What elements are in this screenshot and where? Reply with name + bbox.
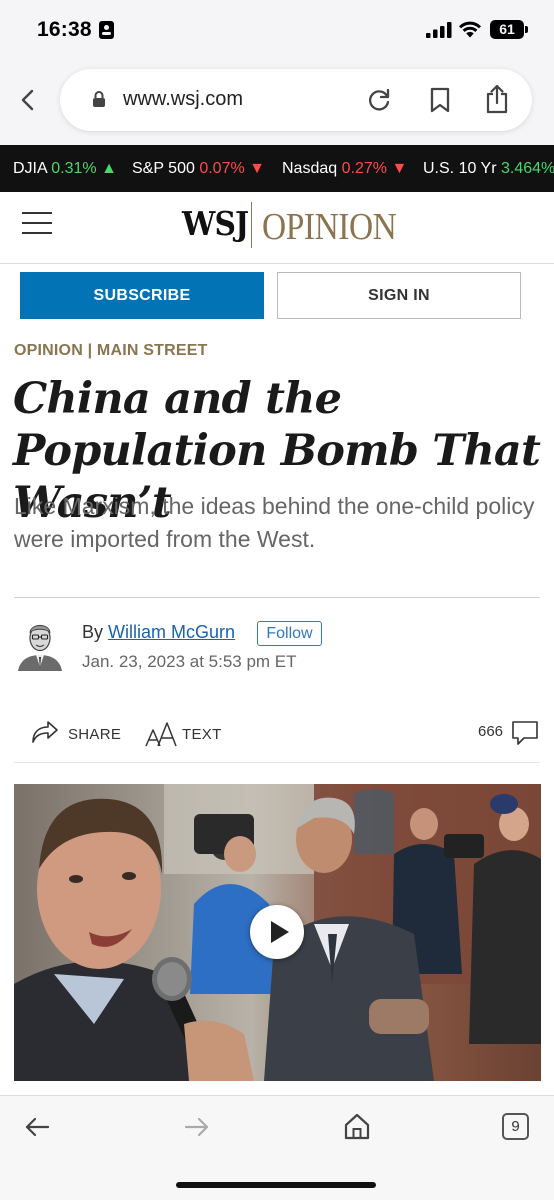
author-avatar[interactable] <box>16 617 64 671</box>
follow-button[interactable]: Follow <box>257 621 322 646</box>
wifi-icon <box>459 21 481 38</box>
comment-count[interactable]: 666 <box>478 723 503 740</box>
byline: By William McGurn <box>82 622 235 643</box>
divider <box>14 597 540 598</box>
logo-divider <box>251 202 252 248</box>
article-timestamp: Jan. 23, 2023 at 5:53 pm ET <box>82 652 297 671</box>
wsj-logo[interactable]: WSJ <box>182 204 249 243</box>
text-size-icon[interactable] <box>145 721 179 747</box>
section-kicker[interactable]: OPINION | MAIN STREET <box>14 342 208 360</box>
down-arrow-icon: ▼ <box>249 160 265 177</box>
browser-bottom-bar: 9 <box>0 1095 554 1200</box>
ticker-change: 0.31% <box>51 160 97 177</box>
reload-icon[interactable] <box>366 87 392 113</box>
back-chevron-icon[interactable] <box>18 88 38 112</box>
address-bar[interactable]: www.wsj.com <box>60 69 532 131</box>
status-time: 16:38 <box>37 18 92 41</box>
lock-icon <box>93 91 105 107</box>
ticker-change: 0.07% <box>199 160 245 177</box>
market-ticker[interactable]: DJIA 0.31% ▲ S&P 500 0.07% ▼ Nasdaq 0.27… <box>0 145 554 192</box>
subscribe-button[interactable]: SUBSCRIBE <box>20 272 264 319</box>
share-button[interactable]: SHARE <box>68 726 121 743</box>
text-size-button[interactable]: TEXT <box>182 726 222 743</box>
browser-toolbar: www.wsj.com <box>0 60 554 145</box>
ticker-name: U.S. 10 Yr <box>423 160 497 177</box>
ticker-name: S&P 500 <box>132 160 195 177</box>
signal-icon <box>426 22 452 38</box>
status-bar: 16:38 61 <box>0 0 554 60</box>
ticker-name: DJIA <box>13 160 47 177</box>
divider <box>14 762 540 763</box>
home-icon[interactable] <box>343 1113 371 1140</box>
home-indicator <box>176 1182 376 1188</box>
id-badge-icon <box>99 21 114 39</box>
nav-forward-icon[interactable] <box>184 1116 210 1138</box>
sign-in-button[interactable]: SIGN IN <box>277 272 521 319</box>
battery-level: 61 <box>499 21 515 37</box>
play-button[interactable] <box>250 905 304 959</box>
ticker-name: Nasdaq <box>282 160 338 177</box>
share-arrow-icon[interactable] <box>30 719 60 745</box>
ticker-change: 0.27% <box>341 160 387 177</box>
author-link[interactable]: William McGurn <box>108 622 235 642</box>
ticker-item[interactable]: S&P 500 0.07% ▼ <box>132 145 265 192</box>
up-arrow-icon: ▲ <box>101 160 117 177</box>
url-text[interactable]: www.wsj.com <box>123 88 243 111</box>
article-dek: Like Marxism, the ideas behind the one-c… <box>14 493 535 552</box>
ticker-change: 3.464% <box>500 160 554 177</box>
nav-back-icon[interactable] <box>24 1116 50 1138</box>
ticker-item[interactable]: Nasdaq 0.27% ▼ <box>282 145 407 192</box>
bookmark-icon[interactable] <box>429 87 451 113</box>
share-icon[interactable] <box>485 84 509 114</box>
ticker-item[interactable]: U.S. 10 Yr 3.464% ▲ <box>423 145 554 192</box>
hero-video[interactable] <box>14 784 541 1081</box>
hamburger-menu-icon[interactable] <box>22 212 52 236</box>
tab-count-button[interactable]: 9 <box>502 1113 529 1140</box>
site-header: WSJ OPINION <box>0 192 554 264</box>
ticker-item[interactable]: DJIA 0.31% ▲ <box>13 145 117 192</box>
section-logo[interactable]: OPINION <box>262 205 397 249</box>
down-arrow-icon: ▼ <box>391 160 408 177</box>
comment-icon[interactable] <box>511 719 539 747</box>
byline-prefix: By <box>82 622 104 642</box>
battery-icon: 61 <box>490 20 528 39</box>
